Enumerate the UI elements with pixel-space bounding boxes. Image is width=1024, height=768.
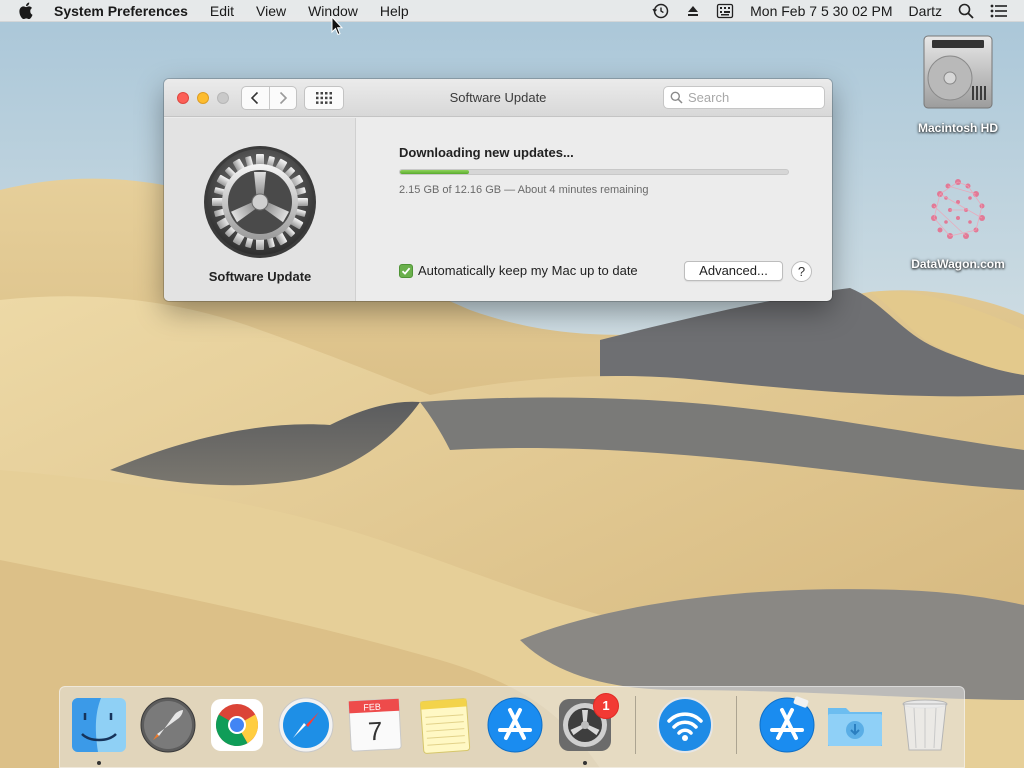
progress-fill — [400, 170, 469, 174]
menu-bar: System Preferences Edit View Window Help… — [0, 0, 1024, 22]
desktop-icon-label: DataWagon.com — [911, 257, 1005, 271]
desktop-icon-macintosh-hd[interactable]: Macintosh HD — [908, 32, 1008, 135]
auto-update-row[interactable]: Automatically keep my Mac up to date — [399, 263, 638, 278]
calendar-month: FEB — [363, 702, 381, 713]
keyboard-input-icon[interactable] — [716, 3, 734, 19]
pane-sidebar: Software Update — [164, 118, 356, 301]
menu-app-name[interactable]: System Preferences — [54, 3, 188, 19]
dock-app-store-icon[interactable] — [486, 696, 544, 754]
search-field[interactable] — [663, 86, 825, 109]
running-indicator — [583, 761, 587, 765]
mouse-cursor-icon — [331, 16, 343, 36]
pane-title: Software Update — [208, 269, 312, 284]
dock-launchpad-icon[interactable] — [139, 696, 197, 754]
back-button[interactable] — [242, 87, 269, 109]
chevron-right-icon — [279, 91, 288, 105]
eject-icon[interactable] — [686, 4, 700, 18]
search-input[interactable] — [688, 90, 818, 105]
calendar-day: 7 — [367, 716, 383, 747]
menu-edit[interactable]: Edit — [210, 3, 234, 19]
datawagon-logo-icon — [931, 179, 985, 239]
dock-downloads-folder-icon[interactable] — [826, 696, 884, 754]
forward-button[interactable] — [268, 87, 296, 109]
desktop-icon-datawagon[interactable]: DataWagon.com — [908, 172, 1008, 271]
auto-update-label[interactable]: Automatically keep my Mac up to date — [418, 263, 638, 278]
checkmark-icon — [401, 267, 411, 275]
dock-finder-icon[interactable] — [70, 696, 128, 754]
running-indicator — [97, 761, 101, 765]
progress-text: 2.15 GB of 12.16 GB — About 4 minutes re… — [399, 184, 649, 196]
help-button[interactable]: ? — [791, 261, 812, 282]
desktop-icon-label: Macintosh HD — [917, 121, 998, 135]
update-status: Downloading new updates... — [399, 145, 574, 160]
menu-help[interactable]: Help — [380, 3, 409, 19]
menu-bar-status-area: Mon Feb 7 5 30 02 PM Dartz — [652, 0, 1024, 22]
show-all-button[interactable] — [304, 86, 344, 110]
menu-clock[interactable]: Mon Feb 7 5 30 02 PM — [750, 3, 892, 19]
notification-center-icon[interactable] — [990, 4, 1008, 18]
grid-icon — [316, 92, 332, 104]
dock-calendar-icon[interactable]: FEB 7 — [346, 696, 404, 754]
menu-user[interactable]: Dartz — [909, 3, 942, 19]
nav-buttons — [241, 86, 297, 110]
download-progress-bar — [399, 169, 789, 175]
dock-trash-icon[interactable] — [896, 696, 954, 754]
notification-badge: 1 — [593, 693, 619, 719]
time-machine-icon[interactable] — [652, 3, 670, 19]
dock-chrome-icon[interactable] — [208, 696, 266, 754]
auto-update-checkbox[interactable] — [399, 263, 413, 278]
pane-content: Downloading new updates... 2.15 GB of 12… — [357, 118, 832, 301]
dock-wifi-icon[interactable] — [656, 696, 714, 754]
menu-view[interactable]: View — [256, 3, 286, 19]
search-icon — [670, 91, 683, 104]
dock-app-store-icon[interactable] — [758, 696, 816, 754]
hard-drive-icon — [923, 35, 993, 109]
dock-separator — [736, 696, 737, 754]
gear-icon — [204, 146, 316, 258]
software-update-window: Software Update Search Software Update D… — [164, 79, 832, 301]
dock-safari-icon[interactable] — [277, 696, 335, 754]
dock-notes-icon[interactable] — [416, 696, 474, 754]
spotlight-search-icon[interactable] — [958, 3, 974, 19]
window-titlebar[interactable]: Software Update — [164, 79, 832, 117]
dock-separator — [635, 696, 636, 754]
chevron-left-icon — [251, 91, 259, 105]
advanced-button[interactable]: Advanced... — [684, 261, 783, 281]
apple-menu-icon[interactable] — [18, 1, 38, 21]
